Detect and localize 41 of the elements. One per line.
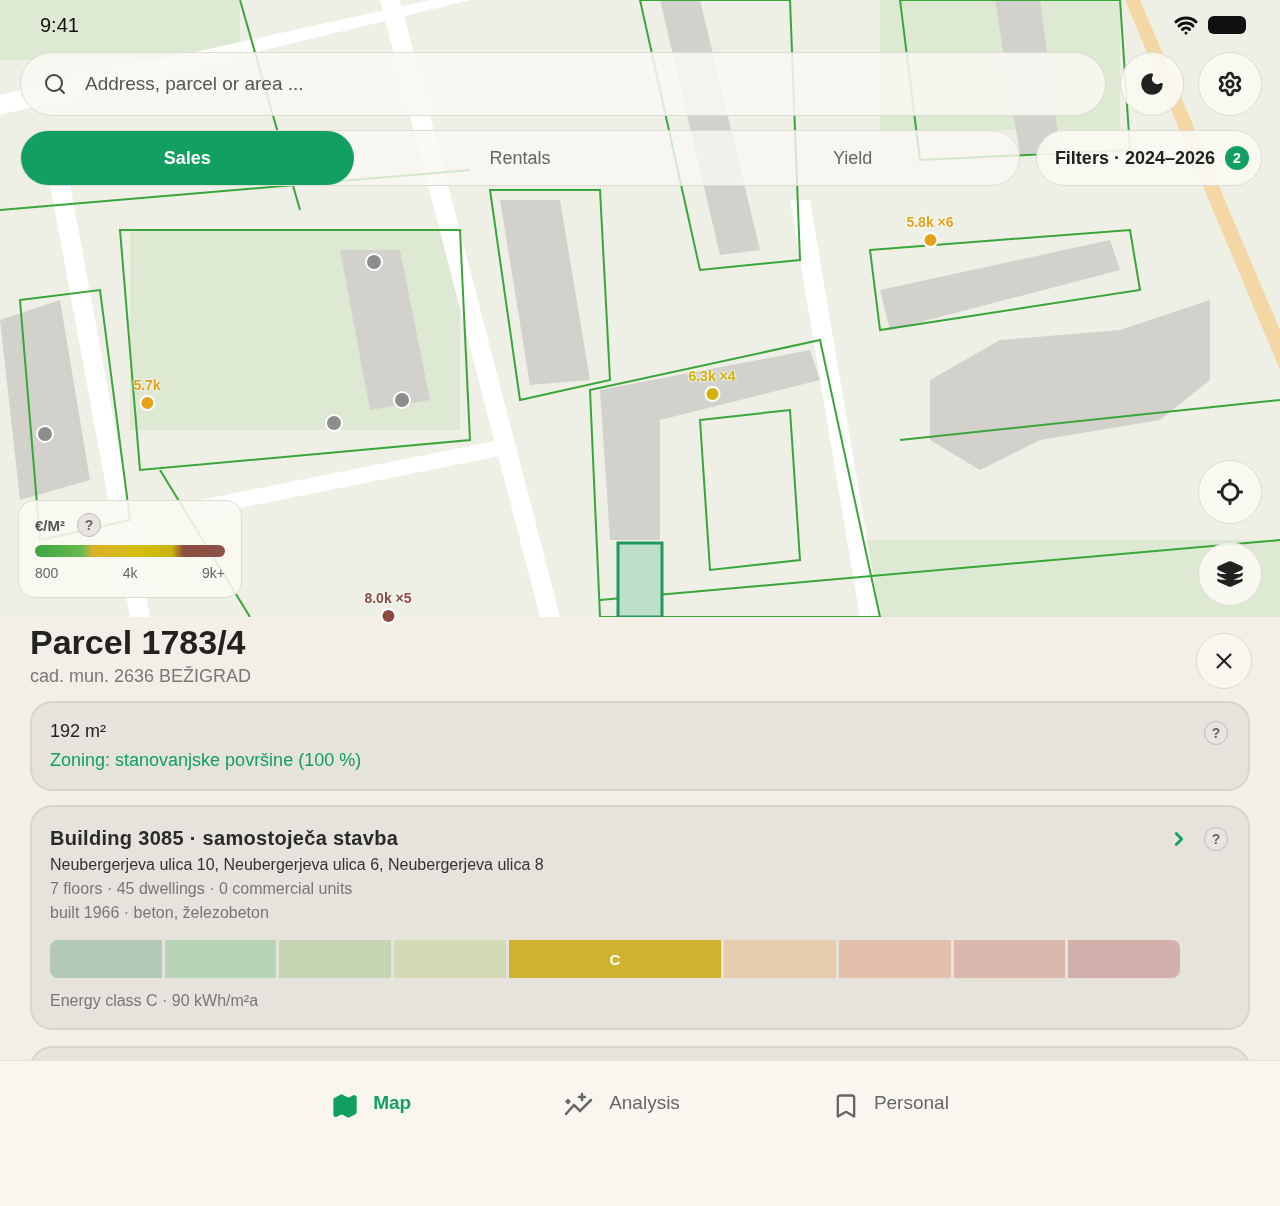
mode-tab[interactable]: Yield (686, 131, 1019, 185)
moon-icon (1139, 71, 1165, 97)
help-icon[interactable]: ? (1204, 721, 1228, 745)
building-detail: 7 floors · 45 dwellings · 0 commercial units (50, 880, 354, 898)
legend-tick: 4k (122, 565, 138, 581)
price-marker-label: 5.8k ×6 (906, 214, 954, 230)
legend-tick: 800 (35, 565, 59, 581)
search-field[interactable]: Address, parcel or area ... (20, 52, 1106, 116)
mode-tab[interactable]: Sales (21, 131, 354, 185)
settings-icon (1217, 71, 1243, 97)
building-detail: built 1966 · beton, železobeton (50, 904, 270, 922)
price-marker-label: 8.0k ×5 (364, 590, 412, 606)
map-icon (331, 1092, 360, 1120)
building-address: Neubergerjeva ulica 10, Neubergerjeva ulica 6, Neubergerjeva ulica 8 (50, 856, 544, 874)
crosshair-icon (1216, 478, 1244, 506)
close-button[interactable] (1196, 633, 1252, 689)
nav-tab[interactable]: Analysis (557, 1091, 686, 1123)
price-marker-label: 5.7k (133, 377, 161, 393)
filters-label: Filters · 2024–2026 (1054, 147, 1215, 169)
search-input[interactable]: Address, parcel or area ... (83, 72, 1083, 96)
legend-title: €/M² (35, 516, 65, 534)
status-time: 9:41 (40, 13, 79, 37)
parcel-subtitle: cad. mun. 2636 BEŽIGRAD (30, 666, 252, 687)
parcel-title: Parcel 1783/4 (30, 623, 247, 662)
parcel-area: 192 m² (50, 721, 362, 742)
price-marker-label: 6.3k ×4 (688, 368, 736, 384)
search-icon (43, 72, 67, 96)
nav-tab[interactable]: Personal (825, 1091, 955, 1123)
building-title: Building 3085 · samostoječa stavba (50, 827, 400, 850)
help-icon[interactable]: ? (1204, 827, 1228, 851)
filter-count-badge: 2 (1225, 146, 1249, 170)
energy-caption: Energy class C · 90 kWh/m²a (50, 992, 260, 1010)
mode-tab[interactable]: Rentals (353, 131, 687, 185)
energy-class-segment: C (508, 940, 722, 978)
filters-button[interactable]: Filters · 2024–2026 2 (1035, 130, 1262, 186)
layers-icon (1216, 560, 1244, 588)
help-icon[interactable]: ? (77, 513, 101, 537)
nav-tab[interactable]: Map (325, 1091, 418, 1123)
battery-icon (1208, 16, 1246, 34)
legend-tick: 9k+ (202, 565, 225, 581)
zoning-text: Zoning: stanovanjske površine (100 %) (50, 750, 362, 771)
